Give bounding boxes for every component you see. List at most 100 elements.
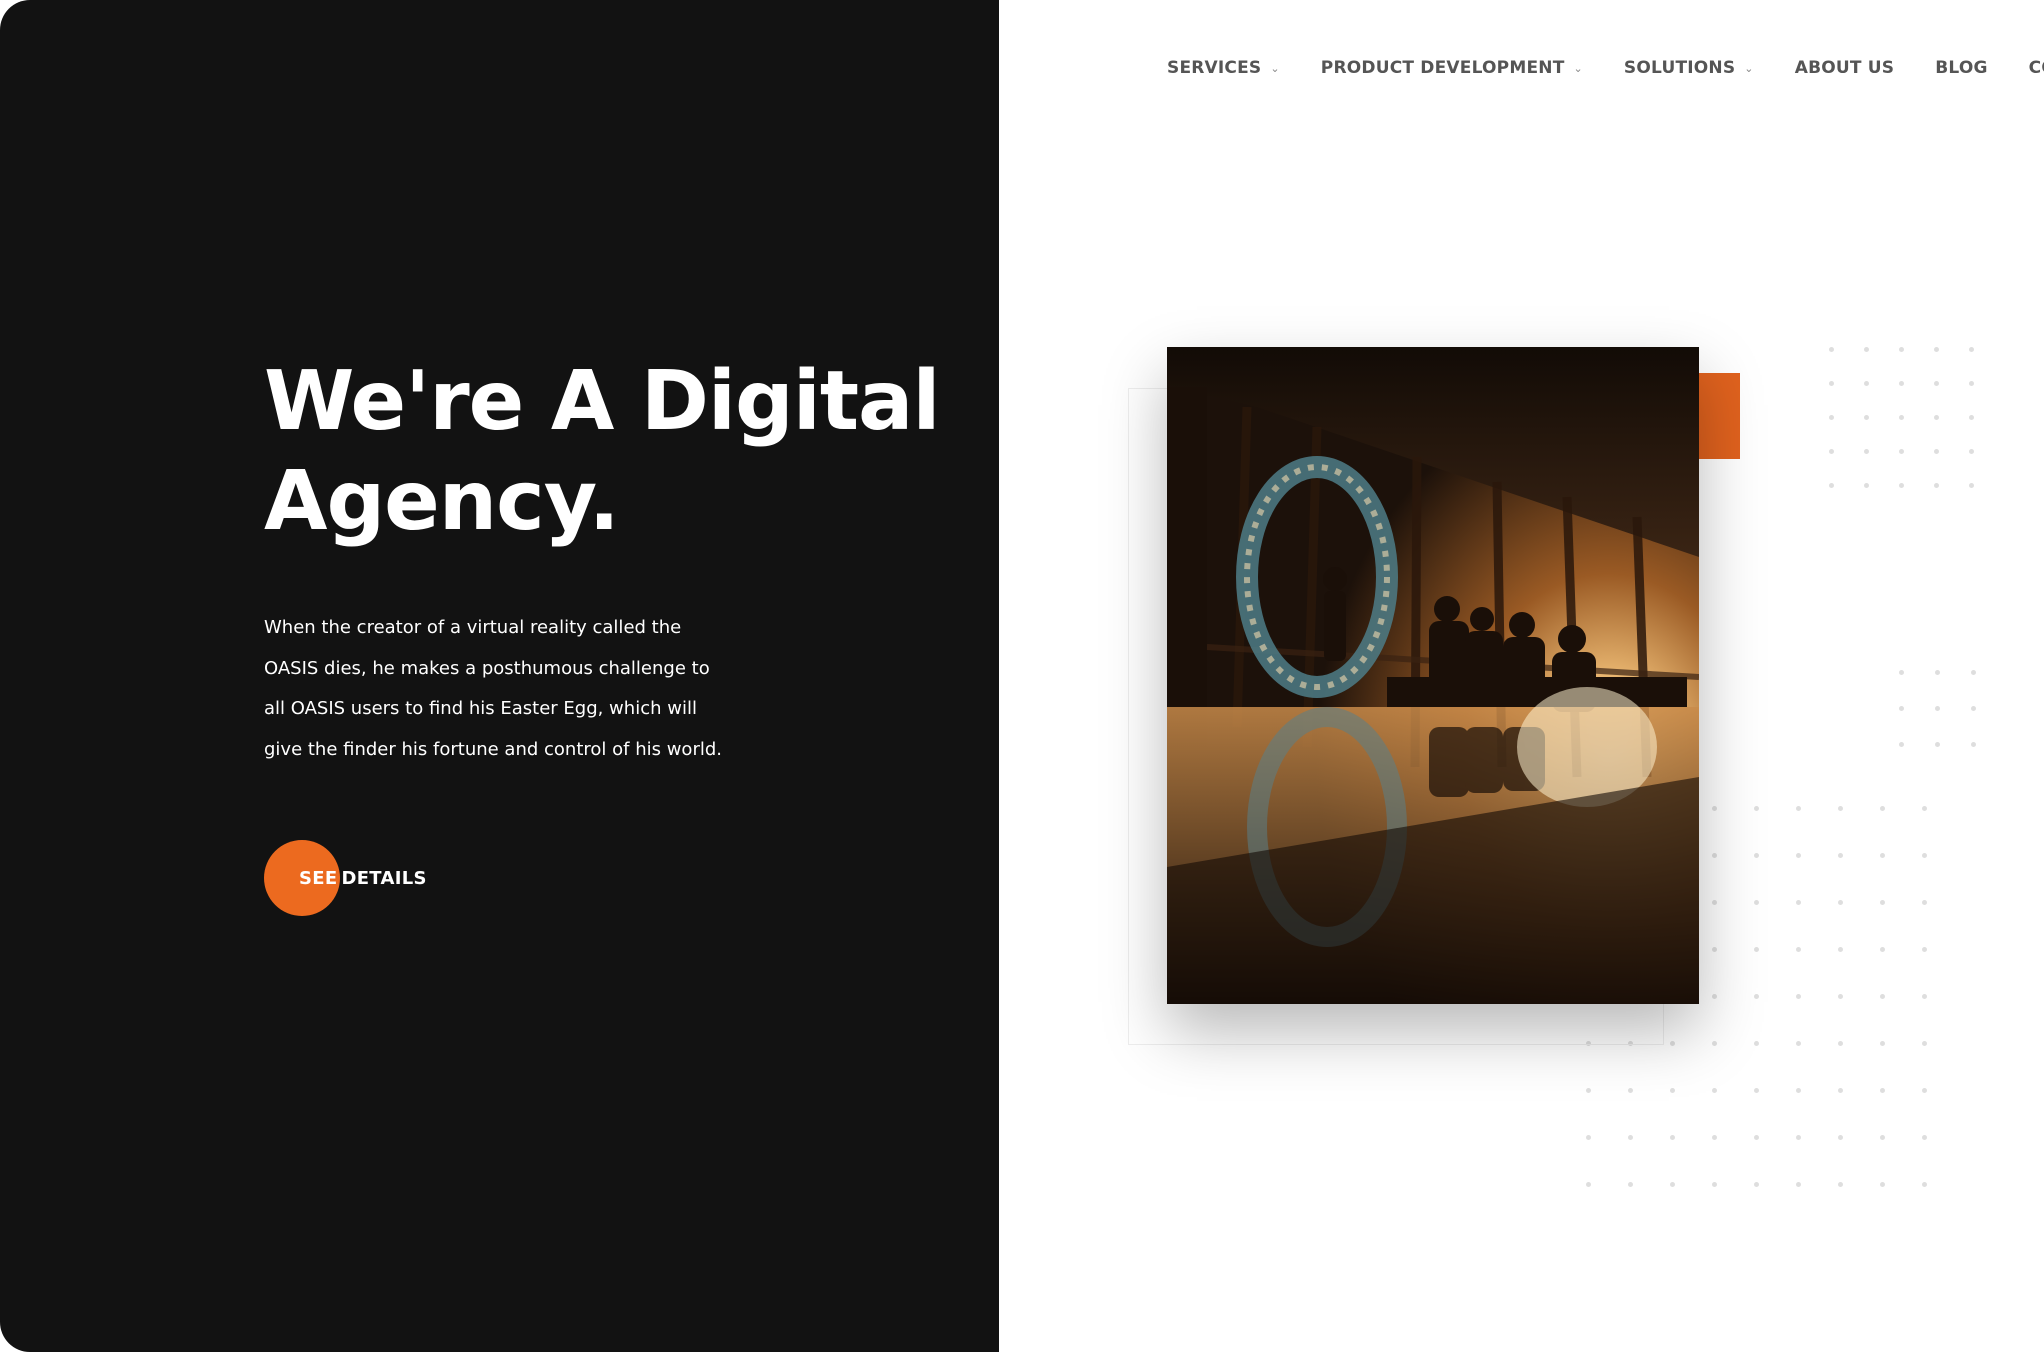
- grid-dot: [1899, 742, 1904, 747]
- grid-dot: [1754, 994, 1759, 999]
- grid-dot: [1796, 1135, 1801, 1140]
- photo-illustration: [1167, 347, 1699, 1004]
- grid-dot: [1864, 449, 1869, 454]
- grid-dot: [1838, 806, 1843, 811]
- grid-dot: [1864, 347, 1869, 352]
- grid-dot: [1969, 449, 1974, 454]
- grid-dot: [1935, 742, 1940, 747]
- grid-dot: [1838, 1088, 1843, 1093]
- hero-title: We're A Digital Agency.: [264, 352, 964, 552]
- hero-title-line-2: Agency.: [264, 454, 620, 549]
- grid-dot: [1796, 994, 1801, 999]
- grid-dot: [1712, 1135, 1717, 1140]
- accent-bar: [1698, 373, 1740, 459]
- grid-dot: [1934, 483, 1939, 488]
- grid-dot: [1628, 1135, 1633, 1140]
- grid-dot: [1934, 415, 1939, 420]
- grid-dot: [1899, 347, 1904, 352]
- hero-description-line-2: OASIS dies, he makes a posthumous challe…: [264, 657, 710, 679]
- grid-dot: [1670, 1041, 1675, 1046]
- hero-description-line-4: give the finder his fortune and control …: [264, 738, 722, 760]
- grid-dot: [1829, 347, 1834, 352]
- nav-item-label: SOLUTIONS: [1623, 58, 1736, 78]
- cta-word-details: DETAILS: [341, 867, 427, 889]
- hero-panel: We're A Digital Agency. When the creator…: [0, 0, 999, 1352]
- chevron-down-icon: ⌄: [1573, 61, 1583, 75]
- nav-item-product-development[interactable]: PRODUCT DEVELOPMENT ⌄: [1321, 58, 1583, 78]
- grid-dot: [1754, 1088, 1759, 1093]
- grid-dot: [1754, 1041, 1759, 1046]
- grid-dot: [1712, 1088, 1717, 1093]
- grid-dot: [1712, 1182, 1717, 1187]
- grid-dot: [1796, 1088, 1801, 1093]
- grid-dot: [1838, 994, 1843, 999]
- grid-dot: [1922, 900, 1927, 905]
- grid-dot: [1969, 347, 1974, 352]
- grid-dot: [1880, 1135, 1885, 1140]
- grid-dot: [1880, 853, 1885, 858]
- grid-dot: [1838, 900, 1843, 905]
- grid-dot: [1712, 947, 1717, 952]
- nav-item-label: BLOG: [1935, 58, 1988, 78]
- nav-item-blog[interactable]: BLOG: [1935, 58, 1987, 78]
- grid-dot: [1838, 1041, 1843, 1046]
- grid-dot: [1754, 806, 1759, 811]
- grid-dot: [1971, 670, 1976, 675]
- grid-dot: [1670, 1182, 1675, 1187]
- grid-dot: [1829, 449, 1834, 454]
- grid-dot: [1880, 994, 1885, 999]
- grid-dot: [1922, 1088, 1927, 1093]
- grid-dot: [1628, 1182, 1633, 1187]
- grid-dot: [1712, 806, 1717, 811]
- grid-dot: [1922, 853, 1927, 858]
- grid-dot: [1754, 947, 1759, 952]
- grid-dot: [1899, 706, 1904, 711]
- grid-dot: [1969, 483, 1974, 488]
- grid-dot: [1628, 1088, 1633, 1093]
- grid-dot: [1922, 1135, 1927, 1140]
- nav-item-contact[interactable]: CO: [2029, 58, 2044, 78]
- grid-dot: [1934, 381, 1939, 386]
- grid-dot: [1934, 449, 1939, 454]
- grid-dot: [1880, 947, 1885, 952]
- grid-dot: [1922, 806, 1927, 811]
- nav-item-label: SERVICES: [1167, 58, 1262, 78]
- grid-dot: [1838, 1135, 1843, 1140]
- grid-dot: [1829, 483, 1834, 488]
- grid-dot: [1922, 1041, 1927, 1046]
- nav-item-about-us[interactable]: ABOUT US: [1795, 58, 1895, 78]
- grid-dot: [1934, 347, 1939, 352]
- grid-dot: [1670, 1088, 1675, 1093]
- grid-dot: [1586, 1088, 1591, 1093]
- grid-dot: [1586, 1182, 1591, 1187]
- nav-item-label: ABOUT US: [1794, 58, 1895, 78]
- nav-item-label: CO: [2028, 58, 2044, 78]
- grid-dot: [1880, 1182, 1885, 1187]
- grid-dot: [1838, 947, 1843, 952]
- grid-dot: [1899, 381, 1904, 386]
- grid-dot: [1754, 1182, 1759, 1187]
- hero-photo: [1167, 347, 1699, 1004]
- grid-dot: [1880, 806, 1885, 811]
- grid-dot: [1971, 706, 1976, 711]
- grid-dot: [1712, 1041, 1717, 1046]
- grid-dot: [1922, 947, 1927, 952]
- grid-dot: [1971, 742, 1976, 747]
- grid-dot: [1899, 670, 1904, 675]
- hero-title-line-1: We're A Digital: [264, 354, 940, 449]
- grid-dot: [1754, 900, 1759, 905]
- grid-dot: [1880, 1041, 1885, 1046]
- see-details-button[interactable]: SEE DETAILS: [264, 840, 427, 916]
- nav-item-services[interactable]: SERVICES ⌄: [1167, 58, 1280, 78]
- nav-item-label: PRODUCT DEVELOPMENT: [1320, 58, 1565, 78]
- grid-dot: [1864, 415, 1869, 420]
- grid-dot: [1712, 900, 1717, 905]
- chevron-down-icon: ⌄: [1744, 61, 1754, 75]
- grid-dot: [1829, 381, 1834, 386]
- nav-item-solutions[interactable]: SOLUTIONS ⌄: [1624, 58, 1754, 78]
- grid-dot: [1899, 415, 1904, 420]
- hero-description: When the creator of a virtual reality ca…: [264, 608, 824, 770]
- grid-dot: [1712, 994, 1717, 999]
- grid-dot: [1864, 483, 1869, 488]
- grid-dot: [1829, 415, 1834, 420]
